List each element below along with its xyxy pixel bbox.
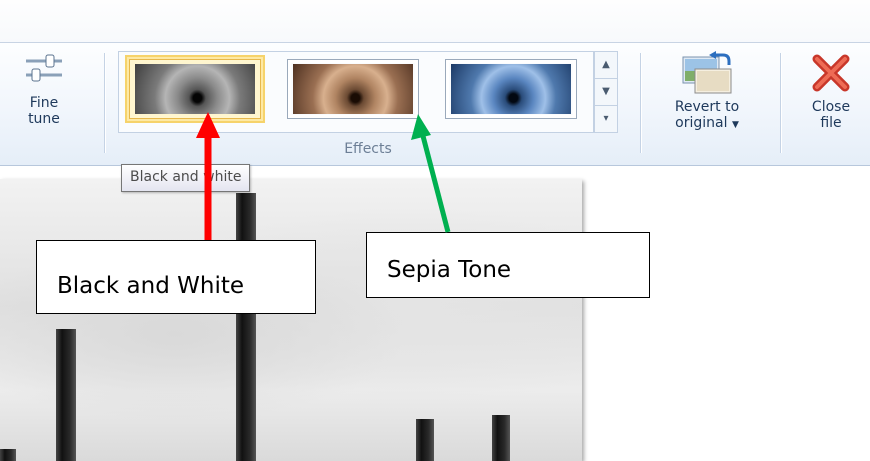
tooltip: Black and white bbox=[121, 164, 251, 192]
effect-sepia[interactable] bbox=[287, 59, 419, 119]
ribbon-separator bbox=[780, 53, 781, 153]
effect-blue[interactable] bbox=[445, 59, 577, 119]
pole bbox=[56, 329, 76, 461]
sepia-tone-callout-text: Sepia Tone bbox=[387, 257, 512, 283]
fine-tune-label-2: tune bbox=[28, 111, 60, 127]
close-label-1: Close bbox=[811, 99, 851, 115]
ribbon-separator bbox=[640, 53, 641, 153]
revert-label-row: original ▼ bbox=[646, 115, 768, 133]
black-and-white-thumbnail bbox=[135, 64, 255, 114]
sepia-tone-callout: Sepia Tone bbox=[366, 232, 650, 298]
pole bbox=[0, 449, 16, 461]
pole bbox=[236, 193, 256, 461]
revert-label-2: original bbox=[675, 115, 728, 131]
chevron-down-icon: ▼ bbox=[731, 120, 739, 130]
close-x-icon bbox=[812, 54, 850, 92]
sliders-icon bbox=[26, 54, 62, 82]
revert-icon bbox=[682, 51, 732, 94]
gallery-up-button[interactable]: ▲ bbox=[595, 52, 617, 79]
photo-preview bbox=[0, 179, 582, 461]
blue-thumbnail bbox=[451, 64, 571, 114]
sepia-thumbnail bbox=[293, 64, 413, 114]
revert-label-1: Revert to bbox=[674, 99, 740, 115]
pole bbox=[416, 419, 434, 461]
close-file-button[interactable]: Close file bbox=[786, 51, 870, 147]
fine-tune-button[interactable]: Fine tune bbox=[4, 51, 84, 141]
ribbon-separator bbox=[104, 53, 105, 153]
effect-black-and-white[interactable] bbox=[129, 59, 261, 119]
ribbon: Fine tune ▲ ▼ ▾ Effects Revert to origin… bbox=[0, 43, 870, 166]
effects-group-label: Effects bbox=[344, 141, 392, 157]
fine-tune-label-1: Fine bbox=[29, 95, 59, 111]
close-label-2: file bbox=[820, 115, 842, 131]
black-and-white-callout: Black and White bbox=[36, 240, 316, 314]
gallery-more-button[interactable]: ▾ bbox=[595, 106, 617, 132]
title-strip bbox=[0, 0, 870, 43]
black-and-white-callout-text: Black and White bbox=[57, 273, 244, 299]
gallery-down-button[interactable]: ▼ bbox=[595, 79, 617, 106]
gallery-scroll: ▲ ▼ ▾ bbox=[594, 51, 618, 133]
pole bbox=[492, 415, 510, 461]
revert-to-original-button[interactable]: Revert to original ▼ bbox=[646, 51, 768, 147]
effects-gallery bbox=[118, 51, 594, 133]
